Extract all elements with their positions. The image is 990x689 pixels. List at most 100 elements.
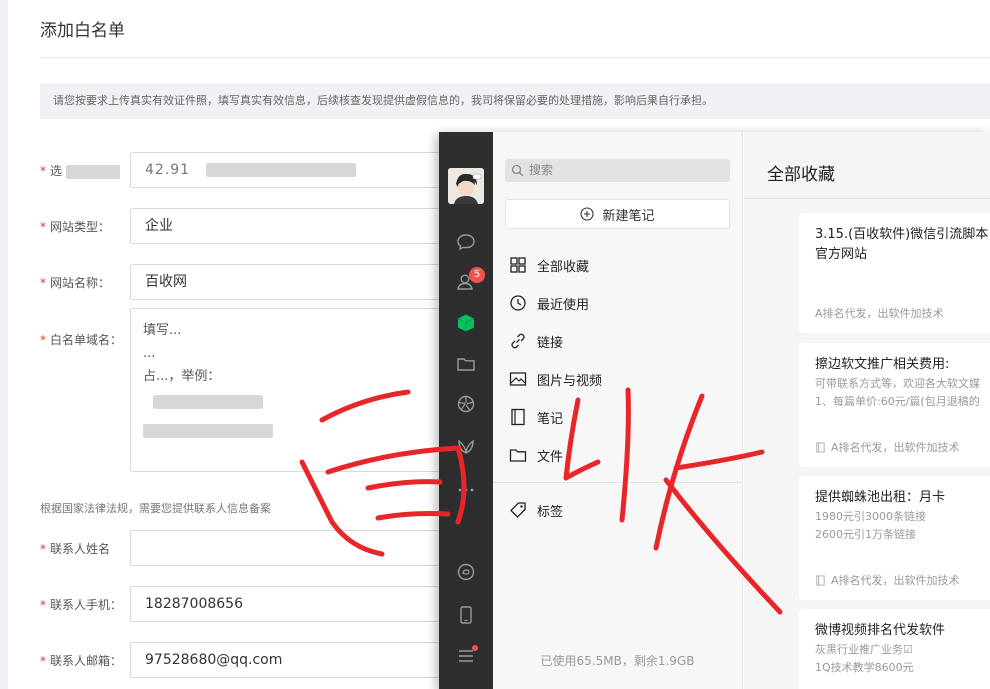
field-label-region: * 选 (40, 162, 120, 179)
nav-rail: 5 (439, 132, 493, 689)
field-value: 百收网 (145, 274, 187, 290)
category-label: 笔记 (537, 411, 564, 427)
storage-usage: 已使用65.5MB，剩余1.9GB (540, 654, 695, 668)
category-notes[interactable]: 笔记 (509, 405, 563, 429)
card-source-text: A排名代发，出软件加技术 (831, 574, 960, 587)
field-label-text: 联系人姓名 (50, 542, 111, 556)
whitelist-domain-textarea[interactable]: 填写... ... 占...，举例： (130, 308, 450, 472)
field-label-whitelist-domain: * 白名单域名： (40, 331, 122, 348)
contact-phone-input[interactable]: 18287008656 (130, 586, 450, 622)
favorites-sidebar: 搜索 新建笔记 全部收藏 最近使用 链接 图片与视频 笔记 文件 标签 已使用6… (493, 132, 743, 689)
category-files[interactable]: 文件 (509, 443, 563, 467)
category-divider (493, 482, 742, 483)
grid-icon (510, 257, 526, 273)
favorite-card[interactable]: 微博视频排名代发软件 灰黑行业推广业务☑ 1Q技术教学8600元 (799, 609, 990, 689)
chat-icon[interactable] (454, 230, 478, 254)
clock-icon (510, 295, 526, 311)
category-label: 链接 (537, 335, 564, 351)
plus-circle-icon (580, 207, 595, 221)
contacts-badge: 5 (469, 267, 485, 283)
favorites-list-panel: 全部收藏 3.15.(百收软件)微信引流脚本 官方网站 A排名代发，出软件加技术… (744, 132, 990, 689)
new-note-button[interactable]: 新建笔记 (505, 199, 730, 229)
list-header-divider (744, 198, 990, 199)
favorite-card[interactable]: 3.15.(百收软件)微信引流脚本 官方网站 A排名代发，出软件加技术 (799, 213, 990, 333)
page-left-edge (0, 0, 8, 689)
image-icon (509, 372, 527, 386)
category-all-favorites[interactable]: 全部收藏 (509, 253, 589, 277)
channels-icon[interactable] (454, 435, 478, 459)
page-title: 添加白名单 (40, 21, 125, 41)
new-note-label: 新建笔记 (602, 208, 655, 224)
contact-section-note: 根据国家法律法规，需要您提供联系人信息备案 (40, 502, 271, 515)
notebook-icon (511, 408, 525, 426)
field-value: 企业 (145, 218, 173, 234)
search-placeholder: 搜索 (529, 163, 554, 177)
favorites-cube-icon[interactable] (454, 311, 478, 335)
avatar[interactable] (448, 168, 484, 204)
note-icon (816, 574, 825, 586)
required-mark: * (40, 654, 46, 668)
category-tags[interactable]: 标签 (509, 498, 563, 522)
site-name-input[interactable]: 百收网 (130, 264, 450, 300)
contact-email-input[interactable]: 97528680@qq.com (130, 642, 450, 678)
folder-icon[interactable] (454, 352, 478, 376)
card-source: A排名代发，出软件加技术 (815, 305, 944, 321)
card-line: 1Q技术教学8600元 (815, 661, 914, 674)
field-label-text: 网站类型： (50, 220, 111, 234)
field-label-contact-phone: * 联系人手机： (40, 596, 122, 613)
scribble-stroke (375, 511, 451, 521)
field-value: 97528680@qq.com (145, 652, 283, 668)
list-title: 全部收藏 (767, 165, 835, 185)
note-icon (816, 441, 825, 453)
tag-icon (510, 502, 526, 518)
category-label: 最近使用 (537, 297, 590, 313)
card-line: 1、每篇单价:60元/篇(包月退稿的 (815, 395, 980, 408)
required-mark: * (40, 276, 46, 290)
scribble-stroke (365, 479, 443, 491)
category-label: 文件 (537, 449, 564, 465)
more-icon[interactable] (454, 478, 478, 502)
redacted-blur (65, 164, 120, 179)
mini-program-icon[interactable] (454, 560, 478, 584)
category-images-videos[interactable]: 图片与视频 (509, 367, 602, 391)
card-title: 擦边软文推广相关费用: (815, 357, 950, 372)
card-line: 灰黑行业推广业务☑ (815, 643, 913, 656)
required-mark: * (40, 333, 46, 347)
card-line: 可带联系方式等，欢迎各大软文媒 (815, 377, 980, 390)
search-input[interactable]: 搜索 (505, 159, 730, 182)
card-line: 1980元引3000条链接 (815, 510, 926, 523)
card-title: 3.15.(百收软件)微信引流脚本 (815, 227, 989, 242)
notice-banner: 请您按要求上传真实有效证件照，填写真实有效信息，后续核查发现提供虚假信息的，我司… (40, 83, 990, 119)
redacted-blur (153, 394, 263, 409)
card-title: 提供蜘蛛池出租：月卡 (815, 490, 946, 505)
field-label-text: 联系人邮箱： (50, 654, 123, 668)
category-recent[interactable]: 最近使用 (509, 291, 589, 315)
field-value: 42.91 (145, 162, 191, 178)
field-label-site-type: * 网站类型： (40, 218, 110, 235)
title-divider (40, 57, 990, 58)
favorite-card[interactable]: 提供蜘蛛池出租：月卡 1980元引3000条链接 2600元引1万条链接 A排名… (799, 476, 990, 600)
favorite-card[interactable]: 擦边软文推广相关费用: 可带联系方式等，欢迎各大软文媒 1、每篇单价:60元/篇… (799, 343, 990, 467)
menu-notification-dot (472, 645, 478, 651)
site-type-select[interactable]: 企业 (130, 208, 450, 244)
field-label-text: 白名单域名： (50, 333, 123, 347)
phone-icon[interactable] (454, 603, 478, 627)
field-label-text: 选 (50, 164, 63, 178)
contact-name-input[interactable] (130, 530, 450, 566)
favorites-window: 5 搜索 新建笔记 全部收藏 最近使用 链接 图片与视频 笔记 文件 标签 已使… (439, 132, 990, 689)
required-mark: * (40, 542, 46, 556)
category-links[interactable]: 链接 (509, 329, 563, 353)
card-title: 微博视频排名代发软件 (815, 623, 946, 638)
category-label: 图片与视频 (537, 373, 603, 389)
field-label-site-name: * 网站名称： (40, 274, 110, 291)
region-input[interactable]: 42.91 (130, 152, 450, 188)
moments-aperture-icon[interactable] (454, 392, 478, 416)
category-label: 全部收藏 (537, 259, 590, 275)
field-label-text: 网站名称： (50, 276, 111, 290)
required-mark: * (40, 220, 46, 234)
required-mark: * (40, 598, 46, 612)
folder-icon (509, 449, 527, 462)
redacted-blur (143, 423, 273, 438)
card-source-text: A排名代发，出软件加技术 (831, 441, 960, 454)
redacted-blur (205, 163, 356, 177)
